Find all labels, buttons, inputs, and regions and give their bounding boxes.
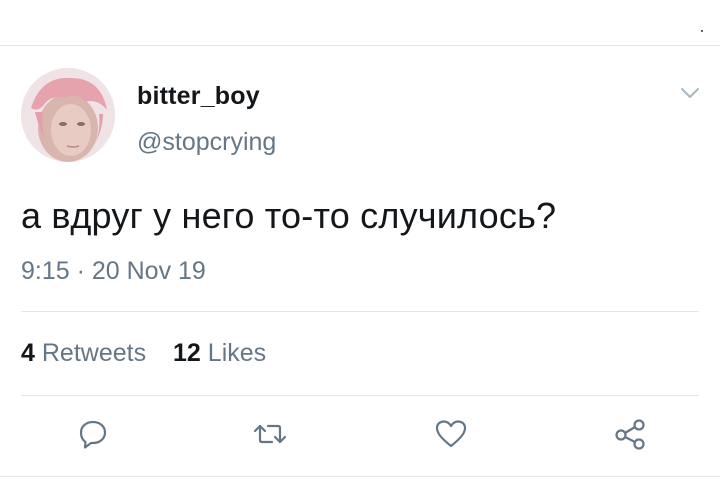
heart-icon [435,420,467,448]
reply-button[interactable] [73,414,113,454]
header-divider [0,45,720,46]
retweets-stat[interactable]: 4 Retweets [21,339,146,368]
share-icon [615,419,645,450]
status-dot [701,30,703,32]
likes-stat[interactable]: 12 Likes [173,339,266,368]
retweets-count: 4 [21,339,35,367]
retweet-button[interactable] [250,414,290,454]
chevron-down-icon[interactable] [678,84,702,102]
tweet-text: а вдруг у него то-то случилось? [21,195,557,236]
stats-divider-top [21,311,699,312]
likes-count: 12 [173,339,201,367]
tweet-stats: 4 Retweets 12 Likes [21,339,266,368]
retweets-label: Retweets [41,339,147,367]
likes-label: Likes [207,339,267,367]
avatar[interactable] [21,68,115,162]
user-handle[interactable]: @stopcrying [137,128,276,157]
like-button[interactable] [431,414,471,454]
reply-icon [79,420,107,449]
retweet-icon [253,424,287,444]
footer-divider [0,476,720,477]
tweet-timestamp[interactable]: 9:15 · 20 Nov 19 [21,257,206,286]
stats-divider-bottom [21,395,699,396]
display-name[interactable]: bitter_boy [137,82,260,111]
share-button[interactable] [610,414,650,454]
